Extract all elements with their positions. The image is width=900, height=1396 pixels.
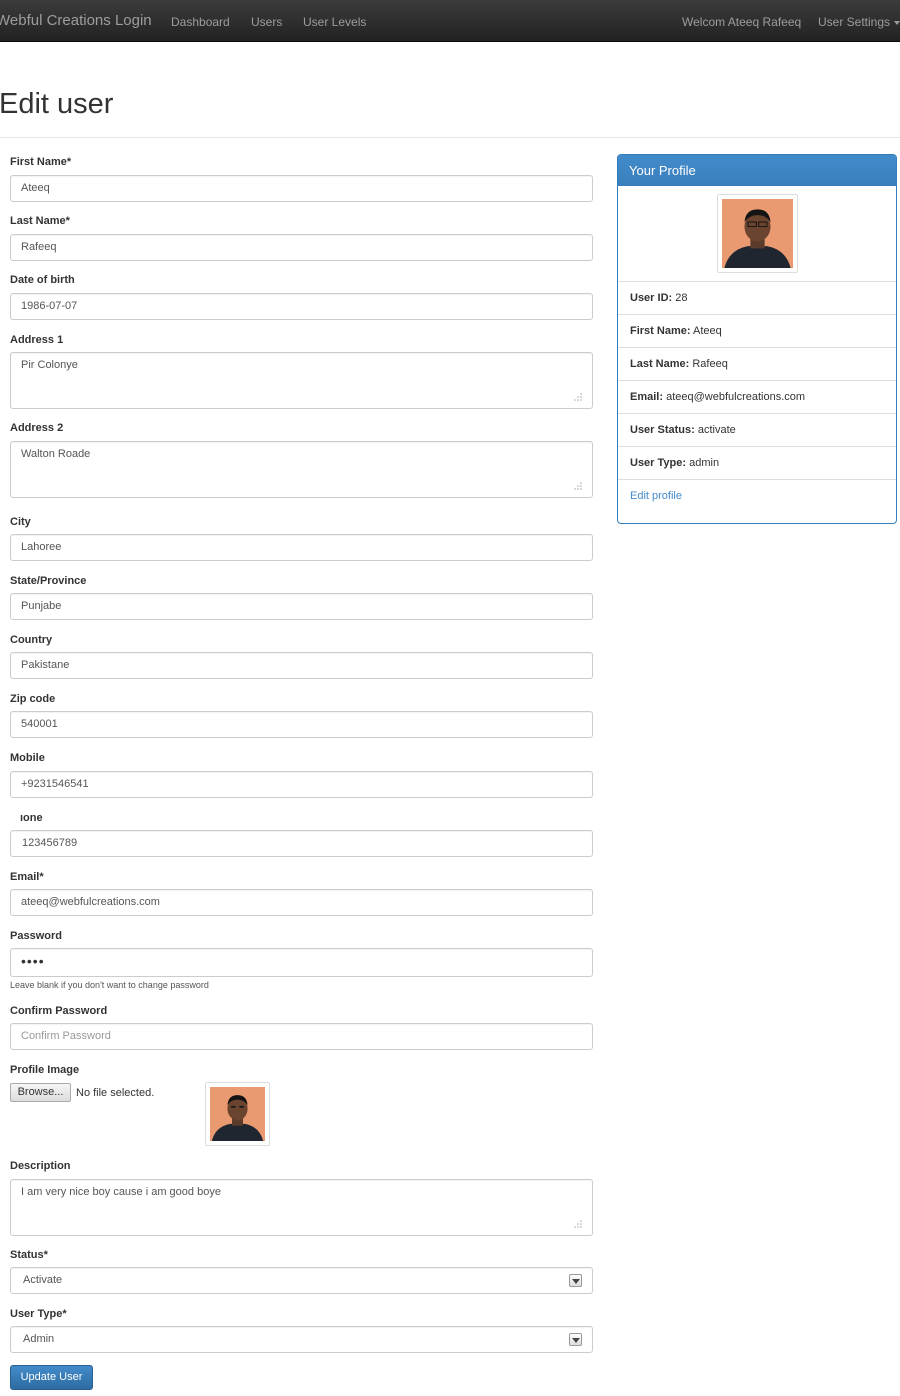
first-name-input[interactable]: Ateeq bbox=[10, 175, 593, 202]
profile-image-label: Profile Image bbox=[10, 1064, 80, 1076]
nav-users[interactable]: Users bbox=[251, 15, 282, 29]
panel-title: Your Profile bbox=[618, 155, 896, 186]
user-type-select[interactable]: Admin bbox=[10, 1326, 593, 1353]
panel-edit-row: Edit profile bbox=[618, 480, 896, 513]
phone-input[interactable]: 123456789 bbox=[10, 830, 593, 857]
resize-grip-icon[interactable] bbox=[574, 482, 582, 490]
brand-link[interactable]: Webful Creations Login bbox=[0, 12, 152, 29]
password-help-text: Leave blank if you don't want to change … bbox=[10, 980, 209, 990]
phone-label: ıone bbox=[20, 812, 43, 824]
user-settings-label: User Settings bbox=[818, 15, 891, 29]
last-name-label: Last Name* bbox=[10, 215, 70, 227]
email-input[interactable]: ateeq@webfulcreations.com bbox=[10, 889, 593, 916]
top-navbar: Webful Creations Login Dashboard Users U… bbox=[0, 0, 900, 42]
last-name-key: Last Name: bbox=[630, 358, 690, 370]
description-value: I am very nice boy cause i am good boye bbox=[21, 1186, 221, 1198]
mobile-input[interactable]: +9231546541 bbox=[10, 771, 593, 798]
password-label: Password bbox=[10, 930, 62, 942]
user-id-label: User ID: bbox=[630, 292, 673, 304]
address2-label: Address 2 bbox=[10, 422, 64, 434]
edit-profile-link[interactable]: Edit profile bbox=[630, 490, 682, 502]
confirm-password-input[interactable]: Confirm Password bbox=[10, 1023, 593, 1050]
confirm-password-label: Confirm Password bbox=[10, 1005, 108, 1017]
type-value: admin bbox=[689, 457, 720, 469]
panel-email: Email: ateeq@webfulcreations.com bbox=[618, 381, 896, 414]
address1-label: Address 1 bbox=[10, 334, 64, 346]
file-status-text: No file selected. bbox=[76, 1087, 155, 1099]
city-label: City bbox=[10, 516, 31, 528]
user-settings-dropdown[interactable]: User Settings bbox=[818, 15, 900, 29]
panel-type: User Type: admin bbox=[618, 447, 896, 480]
status-select[interactable]: Activate bbox=[10, 1267, 593, 1294]
status-selected-value: Activate bbox=[23, 1274, 63, 1286]
type-key: User Type: bbox=[630, 457, 687, 469]
mobile-label: Mobile bbox=[10, 752, 45, 764]
avatar-photo bbox=[722, 199, 793, 268]
browse-button[interactable]: Browse... bbox=[10, 1083, 71, 1102]
password-input[interactable]: •••• bbox=[10, 948, 593, 977]
panel-avatar bbox=[717, 194, 798, 273]
title-divider bbox=[0, 137, 900, 138]
update-user-button[interactable]: Update User bbox=[10, 1365, 93, 1390]
first-name-value: Ateeq bbox=[692, 325, 722, 337]
email-label: Email* bbox=[10, 871, 44, 883]
page-title: Edit user bbox=[0, 88, 114, 120]
address1-textarea[interactable]: Pir Colonye bbox=[10, 352, 593, 409]
panel-first-name: First Name: Ateeq bbox=[618, 315, 896, 348]
address2-value: Walton Roade bbox=[21, 448, 91, 460]
user-id-value: 28 bbox=[675, 292, 688, 304]
country-label: Country bbox=[10, 634, 53, 646]
city-input[interactable]: Lahoree bbox=[10, 534, 593, 561]
panel-photo-row bbox=[618, 186, 896, 282]
zip-input[interactable]: 540001 bbox=[10, 711, 593, 738]
state-label: State/Province bbox=[10, 575, 87, 587]
dob-input[interactable]: 1986-07-07 bbox=[10, 293, 593, 320]
status-label: Status* bbox=[10, 1249, 48, 1261]
nav-dashboard[interactable]: Dashboard bbox=[171, 15, 230, 29]
address1-value: Pir Colonye bbox=[21, 359, 78, 371]
dob-label: Date of birth bbox=[10, 274, 75, 286]
status-value: activate bbox=[697, 424, 736, 436]
welcome-text: Welcom Ateeq Rafeeq bbox=[682, 15, 802, 29]
caret-down-icon bbox=[894, 20, 900, 25]
resize-grip-icon[interactable] bbox=[574, 1220, 582, 1228]
description-label: Description bbox=[10, 1160, 71, 1172]
panel-user-id: User ID: 28 bbox=[618, 282, 896, 315]
resize-grip-icon[interactable] bbox=[574, 393, 582, 401]
status-key: User Status: bbox=[630, 424, 695, 436]
zip-label: Zip code bbox=[10, 693, 56, 705]
panel-last-name: Last Name: Rafeeq bbox=[618, 348, 896, 381]
profile-panel: Your Profile User ID: 28 First Name: Ate… bbox=[617, 154, 897, 524]
email-key: Email: bbox=[630, 391, 664, 403]
nav-user-levels[interactable]: User Levels bbox=[303, 15, 366, 29]
profile-image-preview bbox=[205, 1082, 270, 1146]
avatar-photo bbox=[210, 1087, 265, 1141]
panel-status: User Status: activate bbox=[618, 414, 896, 447]
chevron-down-icon[interactable] bbox=[569, 1333, 582, 1346]
user-type-selected-value: Admin bbox=[23, 1333, 55, 1345]
last-name-input[interactable]: Rafeeq bbox=[10, 234, 593, 261]
last-name-value: Rafeeq bbox=[692, 358, 728, 370]
email-value: ateeq@webfulcreations.com bbox=[666, 391, 806, 403]
address2-textarea[interactable]: Walton Roade bbox=[10, 441, 593, 498]
description-textarea[interactable]: I am very nice boy cause i am good boye bbox=[10, 1179, 593, 1236]
country-input[interactable]: Pakistane bbox=[10, 652, 593, 679]
first-name-key: First Name: bbox=[630, 325, 691, 337]
first-name-label: First Name* bbox=[10, 156, 72, 168]
chevron-down-icon[interactable] bbox=[569, 1274, 582, 1287]
state-input[interactable]: Punjabe bbox=[10, 593, 593, 620]
user-type-label: User Type* bbox=[10, 1308, 67, 1320]
